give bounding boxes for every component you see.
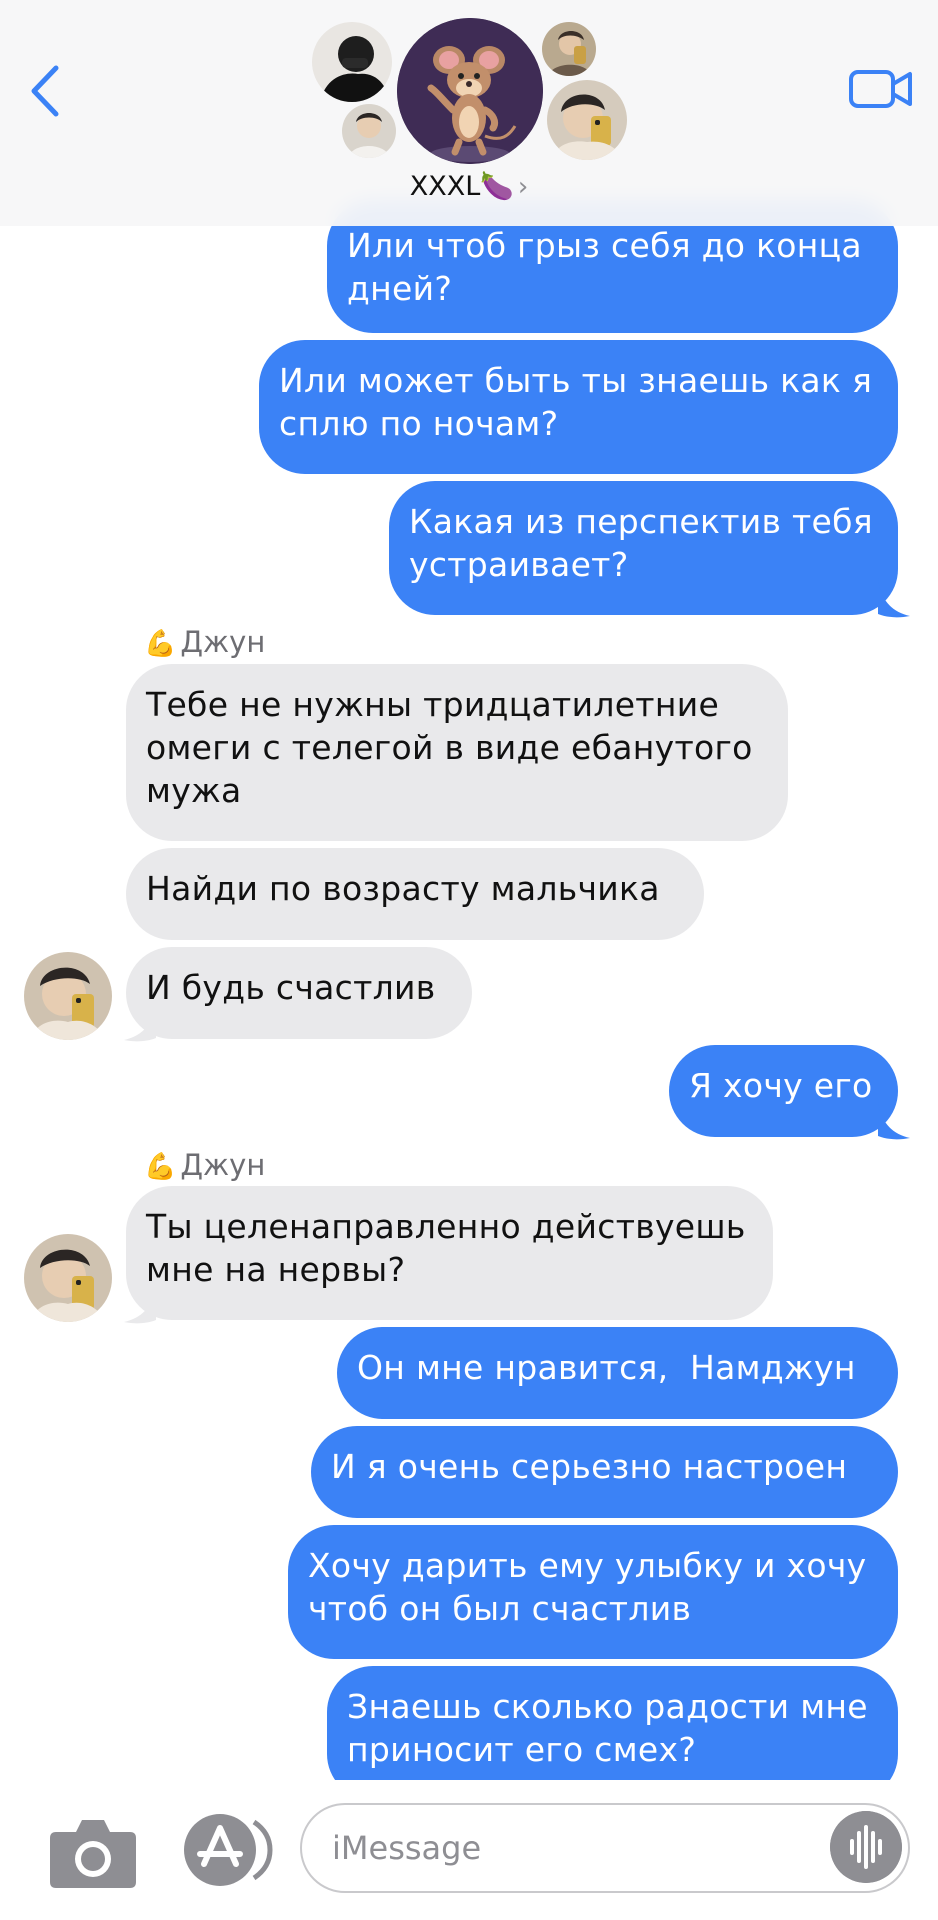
member-avatar bbox=[312, 22, 392, 102]
outgoing-message[interactable]: Знаешь сколько радости мне приносит его … bbox=[327, 1666, 898, 1780]
sender-avatar[interactable] bbox=[24, 952, 112, 1040]
flexed-biceps-emoji: 💪 bbox=[144, 629, 177, 659]
member-avatar bbox=[342, 104, 396, 158]
incoming-message[interactable]: И будь счастлив bbox=[126, 947, 472, 1039]
chevron-right-icon: › bbox=[517, 172, 529, 202]
flexed-biceps-emoji: 💪 bbox=[144, 1152, 177, 1182]
sender-label: Джун bbox=[180, 625, 266, 659]
group-avatar[interactable] bbox=[397, 18, 543, 164]
chevron-left-icon[interactable] bbox=[26, 62, 66, 120]
incoming-message[interactable]: Найди по возрасту мальчика bbox=[126, 848, 704, 940]
bubble-tail bbox=[124, 1002, 156, 1042]
outgoing-message[interactable]: Хочу дарить ему улыбку и хочу чтоб он бы… bbox=[288, 1525, 898, 1659]
bubble-tail bbox=[878, 1100, 910, 1140]
outgoing-message[interactable]: Какая из перспектив тебя устраивает? bbox=[389, 481, 898, 615]
conversation-header: XXXL🍆 › bbox=[0, 0, 938, 226]
waveform-icon[interactable] bbox=[830, 1811, 902, 1883]
sender-name: 💪 Джун bbox=[144, 1148, 265, 1182]
incoming-message[interactable]: Ты целенаправленно действуешь мне на нер… bbox=[126, 1186, 773, 1320]
sender-name: 💪 Джун bbox=[144, 625, 265, 659]
sender-label: Джун bbox=[180, 1148, 266, 1182]
message-input[interactable]: iMessage bbox=[300, 1803, 910, 1893]
video-camera-icon[interactable] bbox=[848, 66, 914, 112]
member-avatar bbox=[547, 80, 627, 160]
app-store-icon[interactable] bbox=[182, 1812, 278, 1888]
group-name-label: XXXL🍆 bbox=[409, 171, 514, 202]
outgoing-message[interactable]: Он мне нравится, Намджун bbox=[337, 1327, 898, 1419]
outgoing-message[interactable]: Я хочу его bbox=[669, 1045, 898, 1137]
sender-avatar[interactable] bbox=[24, 1234, 112, 1322]
outgoing-message[interactable]: Или может быть ты знаешь как я сплю по н… bbox=[259, 340, 898, 474]
member-avatar bbox=[542, 22, 596, 76]
camera-icon[interactable] bbox=[48, 1812, 138, 1890]
bubble-tail bbox=[878, 578, 910, 618]
outgoing-message[interactable]: И я очень серьезно настроен bbox=[311, 1426, 898, 1518]
group-name[interactable]: XXXL🍆 › bbox=[0, 170, 938, 202]
incoming-message[interactable]: Тебе не нужны тридцатилетние омеги с тел… bbox=[126, 664, 788, 841]
message-thread[interactable]: Или чтоб грыз себя до конца дней? Или мо… bbox=[0, 0, 938, 1780]
bubble-tail bbox=[124, 1284, 156, 1324]
